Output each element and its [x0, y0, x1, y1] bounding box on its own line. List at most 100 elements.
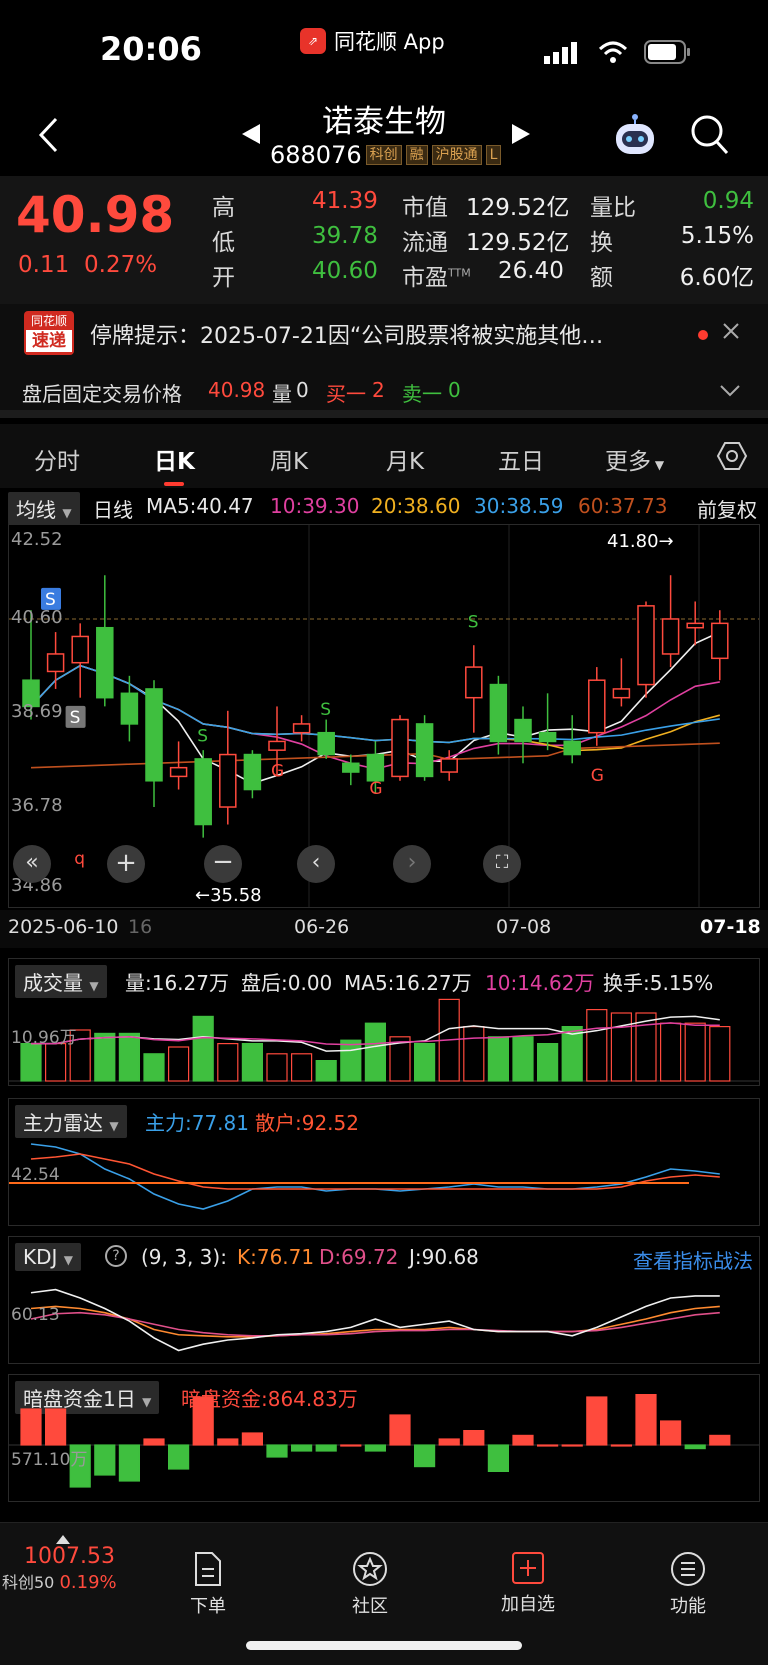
- suspension-notice[interactable]: 同花顺 速递 停牌提示：2025-07-21因“公司股票将被实施其他…: [0, 304, 768, 362]
- bar: [586, 1396, 608, 1446]
- bar: [463, 1025, 485, 1082]
- bar: [241, 1432, 263, 1446]
- fullscreen-button[interactable]: ⛶: [483, 845, 521, 883]
- bar: [610, 1444, 633, 1447]
- tab-intraday[interactable]: 分时: [34, 442, 80, 476]
- tag-margin: 融: [405, 145, 428, 165]
- after-hours-vol: 0: [296, 378, 309, 402]
- bar: [143, 1438, 165, 1446]
- bar: [291, 1444, 313, 1452]
- index-ticker[interactable]: 1007.53 科创50 0.19%: [0, 1535, 130, 1593]
- ma30-value: 30:38.59: [474, 494, 564, 518]
- bar: [192, 1396, 214, 1446]
- volume-panel[interactable]: 成交量 ▼ 量:16.27万 盘后:0.00 MA5:16.27万 10:14.…: [8, 958, 760, 1086]
- period-label: 日线: [93, 498, 133, 522]
- main-force-panel[interactable]: 主力雷达 ▼ 主力:77.81 散户:92.52 42.54: [8, 1098, 760, 1226]
- bar: [438, 1438, 460, 1446]
- bar: [143, 1053, 165, 1082]
- high-label: 高: [212, 195, 235, 221]
- y-tick-0: 42.52: [11, 529, 63, 550]
- robot-assistant-icon[interactable]: [612, 112, 658, 162]
- y-tick-3: 36.78: [11, 795, 63, 816]
- nav-functions[interactable]: 功能: [648, 1551, 728, 1618]
- kdj-panel[interactable]: KDJ ▼ ? (9, 3, 3): K:76.71 D:69.72 J:90.…: [8, 1236, 760, 1364]
- search-icon[interactable]: [690, 114, 730, 160]
- ma-legend-row: 均线 ▼ 日线 MA5:40.47 10:39.30 20:38.60 30:3…: [0, 490, 768, 525]
- x-axis: 2025-06-10 16 06-26 07-08 07-18: [0, 910, 768, 948]
- tab-monthly[interactable]: 月K: [386, 442, 424, 476]
- ma-selector[interactable]: 均线 ▼: [8, 492, 80, 525]
- y-tick-2: 38.69: [11, 701, 63, 722]
- bar: [512, 1434, 534, 1446]
- turnover-value: 5.15%: [680, 223, 754, 249]
- x-label-2: 06-26: [294, 916, 350, 938]
- bar: [266, 1053, 288, 1082]
- float-label: 流通: [402, 230, 448, 256]
- close-icon[interactable]: [722, 322, 740, 344]
- bar: [684, 1444, 706, 1450]
- scroll-right-button[interactable]: ›: [393, 845, 431, 883]
- candle-body: [268, 740, 286, 751]
- mktcap-value: 129.52亿: [466, 195, 570, 221]
- nav-order[interactable]: 下单: [168, 1551, 248, 1618]
- tab-weekly[interactable]: 周K: [270, 442, 308, 476]
- buy1-value: 2: [372, 378, 385, 402]
- bar: [635, 1394, 657, 1446]
- bar: [20, 1408, 42, 1446]
- high-marker: 41.80→: [607, 531, 674, 552]
- settings-hexagon-icon[interactable]: [716, 440, 748, 476]
- candle-body: [711, 622, 729, 660]
- collapse-left-button[interactable]: «: [13, 845, 51, 883]
- status-app-name: ⇗ 同花顺 App: [300, 26, 445, 56]
- x-label-0: 2025-06-10: [8, 916, 119, 938]
- series-line-主力: [30, 1143, 720, 1210]
- adjust-mode[interactable]: 前复权: [697, 494, 757, 523]
- bar: [241, 1042, 263, 1082]
- ma60-value: 60:37.73: [578, 494, 668, 518]
- bar: [659, 1420, 682, 1446]
- after-hours-row[interactable]: 盘后固定交易价格 40.98 量 0 买一 2 卖一 0: [0, 362, 768, 418]
- signal-label: S: [70, 708, 81, 728]
- nav-add-watchlist[interactable]: 加自选: [488, 1551, 568, 1616]
- chevron-down-icon[interactable]: [720, 382, 740, 401]
- bar: [217, 1042, 239, 1082]
- bar: [536, 1042, 559, 1082]
- bar: [414, 1444, 436, 1468]
- open-value: 40.60: [312, 258, 378, 284]
- bar: [364, 1444, 386, 1452]
- dark-pool-panel[interactable]: 暗盘资金1日 ▼ 暗盘资金:864.83万 571.10万: [8, 1374, 760, 1502]
- candle-body: [317, 731, 335, 756]
- scroll-left-button[interactable]: ‹: [297, 845, 335, 883]
- ma-selector-label: 均线: [16, 498, 56, 522]
- bar: [44, 1042, 67, 1082]
- open-label: 开: [212, 265, 235, 291]
- volratio-label: 量比: [590, 195, 636, 221]
- zoom-in-button[interactable]: +: [107, 845, 145, 883]
- zoom-out-button[interactable]: −: [204, 845, 242, 883]
- buy1-label: 买一: [326, 382, 366, 406]
- bar: [487, 1036, 509, 1082]
- signal-label: G: [591, 766, 604, 786]
- tab-daily[interactable]: 日K: [154, 442, 195, 476]
- bar: [94, 1444, 116, 1476]
- candle-body: [366, 753, 385, 782]
- tab-five-day[interactable]: 五日: [498, 442, 544, 476]
- next-stock-icon[interactable]: [510, 122, 532, 150]
- tab-more-label: 更多: [605, 449, 651, 475]
- brand-top: 同花顺: [30, 314, 67, 328]
- tag-star: 科创: [365, 145, 402, 165]
- after-hours-vol-label: 量: [272, 382, 292, 406]
- pe-value: 26.40: [498, 258, 564, 284]
- candle-body: [71, 635, 89, 664]
- signal-label: G: [271, 761, 284, 781]
- bar: [315, 1059, 337, 1082]
- bar: [684, 1022, 706, 1082]
- turnover-label: 换: [590, 230, 613, 256]
- nav-community[interactable]: 社区: [330, 1551, 410, 1618]
- ma10-value: 10:39.30: [270, 494, 360, 518]
- y-tick-1: 40.60: [11, 607, 63, 628]
- kline-chart-panel[interactable]: SSSSSGGGq 42.52 40.60 38.69 36.78 34.86 …: [8, 524, 760, 908]
- tab-more[interactable]: 更多 ▼: [605, 442, 664, 476]
- period-tabs: 分时 日K 周K 月K 五日 更多 ▼: [0, 424, 768, 488]
- signal-label: S: [197, 726, 208, 746]
